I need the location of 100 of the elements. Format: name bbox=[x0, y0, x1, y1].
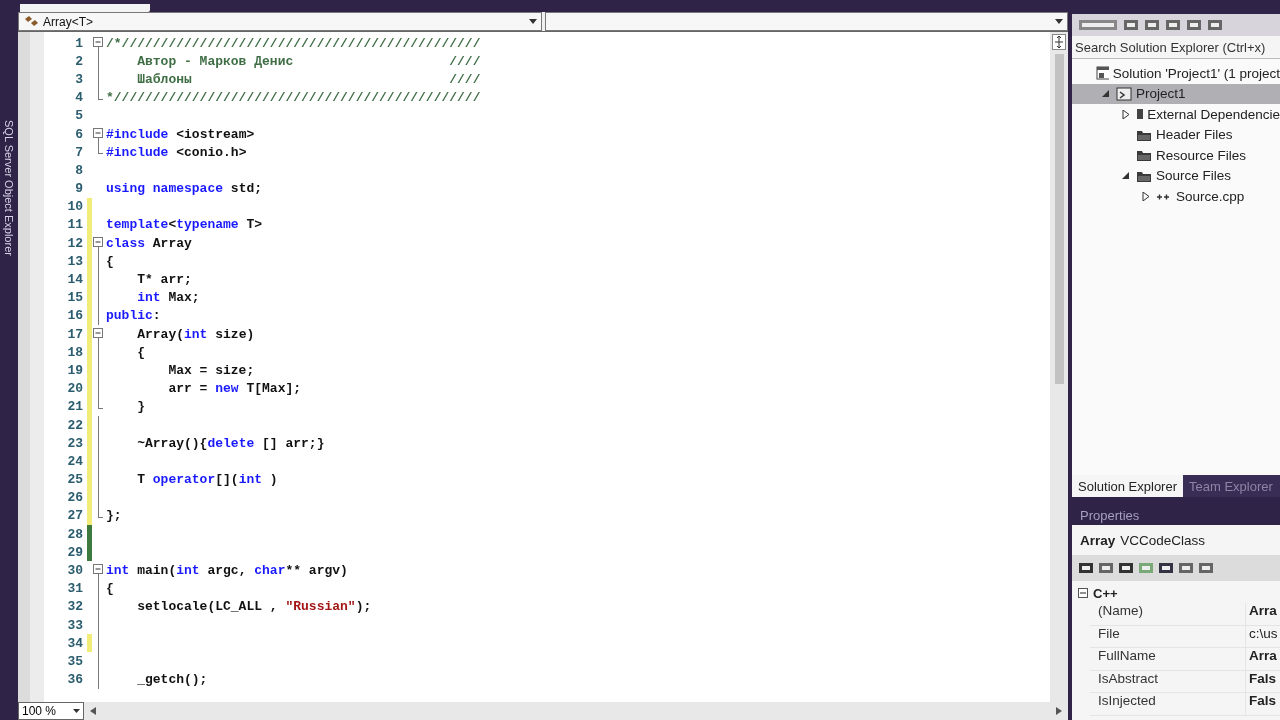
panel-tab[interactable]: Team Explorer bbox=[1183, 475, 1279, 497]
code-line: #include <iostream> bbox=[106, 126, 255, 142]
code-line: template<typename T> bbox=[106, 217, 263, 233]
line-number: 32 bbox=[66, 599, 83, 615]
line-number: 29 bbox=[66, 544, 83, 560]
code-line: T operator[](int ) bbox=[136, 472, 278, 488]
search-field[interactable]: Search Solution Explorer (Ctrl+x) bbox=[1072, 36, 1280, 59]
scroll-right-icon[interactable] bbox=[1056, 707, 1062, 715]
tree-item[interactable]: Project1 bbox=[1072, 83, 1280, 104]
tree-item[interactable]: Source.cpp bbox=[1072, 186, 1280, 207]
collapse-icon[interactable] bbox=[93, 37, 104, 48]
scrollbar-thumb[interactable] bbox=[1054, 54, 1064, 384]
collapsed-arrow-icon[interactable] bbox=[1122, 109, 1130, 119]
line-number: 33 bbox=[66, 617, 83, 633]
line-number: 35 bbox=[66, 653, 83, 669]
member-dropdown[interactable] bbox=[544, 12, 1068, 31]
line-number: 14 bbox=[66, 272, 83, 288]
collapse-icon[interactable] bbox=[1078, 588, 1088, 598]
line-number: 20 bbox=[66, 381, 83, 397]
property-value[interactable]: Fals bbox=[1245, 670, 1280, 692]
expanded-arrow-icon[interactable] bbox=[1122, 171, 1130, 181]
line-number: 10 bbox=[66, 199, 83, 215]
toolbar-icon[interactable] bbox=[1158, 561, 1174, 575]
project-icon bbox=[1116, 86, 1132, 101]
code-line: { bbox=[136, 344, 145, 360]
toolbar-icon[interactable] bbox=[1186, 18, 1202, 32]
collapse-icon[interactable] bbox=[93, 237, 104, 249]
property-value[interactable]: c:\us bbox=[1245, 625, 1280, 647]
line-number: 9 bbox=[74, 181, 83, 197]
code-line: _getch(); bbox=[136, 672, 208, 688]
code-line: Array(int size) bbox=[136, 326, 255, 342]
line-number: 36 bbox=[66, 672, 83, 688]
collapse-icon[interactable] bbox=[93, 127, 104, 139]
code-line: using namespace std; bbox=[106, 181, 263, 197]
panel-title: Properties bbox=[1079, 506, 1141, 525]
code-line: arr = new T[Max]; bbox=[167, 381, 302, 397]
toolbar-icon[interactable] bbox=[1078, 561, 1094, 575]
line-number: 22 bbox=[66, 417, 83, 433]
line-number: 34 bbox=[66, 635, 83, 651]
toolbar-icon[interactable] bbox=[1098, 561, 1114, 575]
scope-dropdown[interactable]: Array<T> bbox=[18, 12, 542, 31]
collapse-icon[interactable] bbox=[93, 564, 104, 576]
expanded-arrow-icon[interactable] bbox=[1102, 89, 1110, 99]
property-name: IsAbstract bbox=[1097, 670, 1160, 688]
tree-item[interactable]: Source Files bbox=[1072, 165, 1280, 186]
category-label: C++ bbox=[1093, 585, 1118, 601]
property-name: File bbox=[1097, 625, 1121, 643]
line-number: 25 bbox=[66, 472, 83, 488]
toolbar-icon[interactable] bbox=[1198, 561, 1214, 575]
collapse-icon[interactable] bbox=[93, 328, 104, 339]
panel-tab[interactable]: Solution Explorer bbox=[1072, 475, 1183, 497]
property-value[interactable]: Arra bbox=[1245, 648, 1280, 670]
solution-icon bbox=[1096, 66, 1109, 81]
code-line: int Max; bbox=[136, 290, 200, 306]
code-line: int main(int argc, char** argv) bbox=[106, 563, 348, 579]
vertical-scrollbar[interactable] bbox=[1050, 32, 1068, 702]
line-number: 3 bbox=[74, 71, 83, 87]
code-line: Автор - Марков Денис //// bbox=[136, 53, 481, 69]
caret-icon bbox=[73, 709, 80, 713]
code-line: #include <conio.h> bbox=[106, 144, 247, 160]
tree-item[interactable]: External Dependencie bbox=[1072, 104, 1280, 125]
code-line: } bbox=[136, 399, 145, 415]
line-number: 31 bbox=[66, 581, 83, 597]
line-number: 13 bbox=[66, 253, 83, 269]
scroll-left-icon[interactable] bbox=[90, 707, 96, 715]
line-number: 5 bbox=[74, 108, 83, 124]
toolbar-icon[interactable] bbox=[1178, 561, 1194, 575]
code-line: { bbox=[106, 581, 114, 597]
object-type: VCCodeClass bbox=[1120, 532, 1206, 548]
code-line: public: bbox=[106, 308, 161, 324]
tree-item[interactable]: Header Files bbox=[1072, 124, 1280, 145]
toolbar-icon[interactable] bbox=[1207, 18, 1223, 32]
line-number: 18 bbox=[66, 344, 83, 360]
line-number: 26 bbox=[66, 490, 83, 506]
line-number: 16 bbox=[66, 308, 83, 324]
toolbar-icon[interactable] bbox=[1144, 18, 1160, 32]
side-tab[interactable]: SQL Server Object Explorer bbox=[3, 120, 15, 256]
line-number: 1 bbox=[74, 35, 83, 51]
split-icon[interactable] bbox=[1052, 34, 1066, 50]
collapsed-arrow-icon[interactable] bbox=[1142, 191, 1150, 201]
folder-icon bbox=[1136, 148, 1152, 163]
code-line: ~Array(){delete [] arr;} bbox=[136, 435, 325, 451]
toolbar-icon[interactable] bbox=[1165, 18, 1181, 32]
toolbar-icon[interactable] bbox=[1118, 561, 1134, 575]
tree-item[interactable]: Resource Files bbox=[1072, 145, 1280, 166]
property-value[interactable]: Fals bbox=[1245, 693, 1280, 715]
toolbar-icon[interactable] bbox=[1123, 18, 1139, 32]
line-number: 2 bbox=[74, 53, 83, 69]
line-number: 11 bbox=[66, 217, 83, 233]
tree-item[interactable]: Solution 'Project1' (1 project bbox=[1072, 63, 1280, 84]
code-line: class Array bbox=[106, 235, 192, 251]
line-number: 15 bbox=[66, 290, 83, 306]
zoom-dropdown[interactable]: 100 % bbox=[18, 702, 84, 720]
code-line: T* arr; bbox=[136, 272, 192, 288]
property-value[interactable]: Arra bbox=[1245, 603, 1280, 625]
line-number: 27 bbox=[66, 508, 83, 524]
line-number: 4 bbox=[74, 90, 83, 106]
code-line: setlocale(LC_ALL , "Russian"); bbox=[136, 599, 372, 615]
code-line: Max = size; bbox=[167, 362, 255, 378]
line-number: 30 bbox=[66, 563, 83, 579]
